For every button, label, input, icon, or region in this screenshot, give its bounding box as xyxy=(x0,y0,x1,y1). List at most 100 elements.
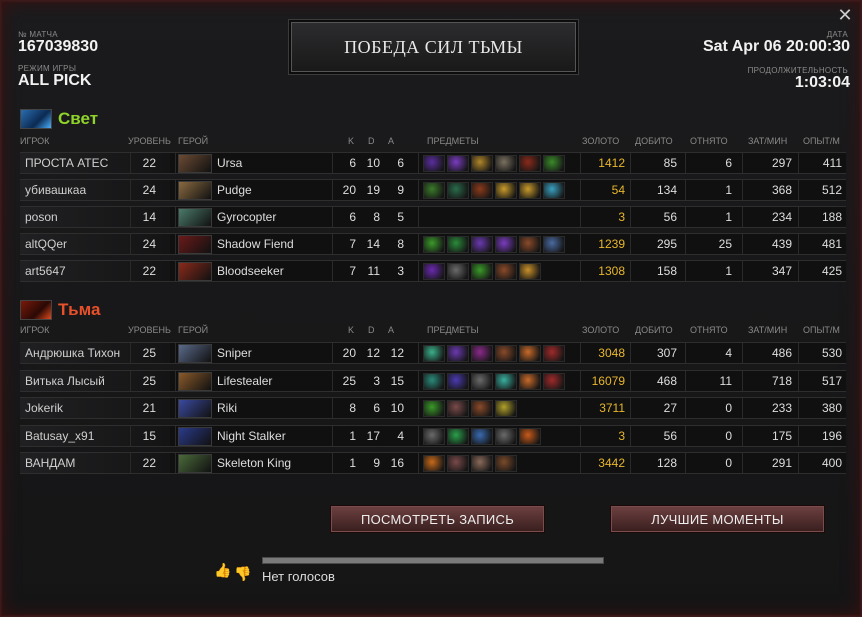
item-icon[interactable] xyxy=(495,182,517,199)
item-icon[interactable] xyxy=(543,372,565,390)
item-icon[interactable] xyxy=(495,427,517,445)
hero-portrait-icon[interactable] xyxy=(178,399,212,418)
item-icon[interactable] xyxy=(471,455,493,472)
col-denies-header[interactable]: ОТНЯТО xyxy=(690,325,728,335)
hero-name[interactable]: Night Stalker xyxy=(217,429,286,443)
item-icon[interactable] xyxy=(495,263,517,280)
item-icon[interactable] xyxy=(423,182,445,199)
item-icon[interactable] xyxy=(519,263,541,280)
player-row[interactable]: Batusay_x91 15 Night Stalker 1 17 4 3 56 0 175 196 xyxy=(20,424,846,447)
hero-name[interactable]: Shadow Fiend xyxy=(217,237,294,251)
item-icon[interactable] xyxy=(423,372,445,390)
item-icon[interactable] xyxy=(495,155,517,172)
item-icon[interactable] xyxy=(495,455,517,472)
player-name[interactable]: altQQer xyxy=(25,237,67,251)
hero-name[interactable]: Skeleton King xyxy=(217,456,291,470)
item-icon[interactable] xyxy=(471,236,493,253)
player-row[interactable]: ВАНДАМ 22 Skeleton King 1 9 16 3442 128 0 291 400 xyxy=(20,452,846,474)
item-icon[interactable] xyxy=(447,400,469,417)
player-row[interactable]: ПРОСТА АТЕС 22 Ursa 6 10 6 1412 85 6 297 411 xyxy=(20,152,846,174)
hero-portrait-icon[interactable] xyxy=(178,344,212,363)
col-deaths-header[interactable]: D xyxy=(368,325,375,335)
col-last-hits-header[interactable]: ДОБИТО xyxy=(635,325,673,335)
item-icon[interactable] xyxy=(423,263,445,280)
item-icon[interactable] xyxy=(519,372,541,390)
col-assists-header[interactable]: A xyxy=(388,136,394,146)
item-icon[interactable] xyxy=(423,400,445,417)
hero-portrait-icon[interactable] xyxy=(178,371,212,391)
hero-portrait-icon[interactable] xyxy=(178,181,212,200)
hero-portrait-icon[interactable] xyxy=(178,235,212,254)
col-items-header[interactable]: ПРЕДМЕТЫ xyxy=(427,325,479,335)
hero-name[interactable]: Pudge xyxy=(217,183,252,197)
player-row[interactable]: Андрюшка Тихон 25 Sniper 20 12 12 3048 307 4 486 5… xyxy=(20,342,846,364)
col-gold-header[interactable]: ЗОЛОТО xyxy=(582,325,619,335)
item-icon[interactable] xyxy=(423,345,445,362)
player-row[interactable]: altQQer 24 Shadow Fiend 7 14 8 1239 295 25 439 481 xyxy=(20,233,846,255)
item-icon[interactable] xyxy=(519,155,541,172)
item-icon[interactable] xyxy=(519,427,541,445)
player-name[interactable]: Jokerik xyxy=(25,401,63,415)
watch-replay-button[interactable]: ПОСМОТРЕТЬ ЗАПИСЬ xyxy=(331,506,544,532)
col-denies-header[interactable]: ОТНЯТО xyxy=(690,136,728,146)
col-xpm-header[interactable]: ОПЫТ/М xyxy=(803,325,840,335)
col-items-header[interactable]: ПРЕДМЕТЫ xyxy=(427,136,479,146)
player-name[interactable]: Batusay_x91 xyxy=(25,429,94,443)
item-icon[interactable] xyxy=(423,427,445,445)
player-row[interactable]: poson 14 Gyrocopter 6 8 5 3 56 1 234 188 xyxy=(20,206,846,228)
hero-name[interactable]: Sniper xyxy=(217,346,252,360)
item-icon[interactable] xyxy=(543,155,565,172)
item-icon[interactable] xyxy=(447,155,469,172)
hero-portrait-icon[interactable] xyxy=(178,208,212,227)
hero-name[interactable]: Bloodseeker xyxy=(217,264,284,278)
hero-portrait-icon[interactable] xyxy=(178,154,212,173)
hero-name[interactable]: Gyrocopter xyxy=(217,210,276,224)
player-name[interactable]: poson xyxy=(25,210,58,224)
player-name[interactable]: ВАНДАМ xyxy=(25,456,75,470)
item-icon[interactable] xyxy=(471,372,493,390)
hero-name[interactable]: Ursa xyxy=(217,156,242,170)
col-kills-header[interactable]: K xyxy=(348,325,354,335)
item-icon[interactable] xyxy=(447,182,469,199)
player-row[interactable]: убивашкаа 24 Pudge 20 19 9 54 134 1 368 512 xyxy=(20,179,846,201)
player-name[interactable]: Андрюшка Тихон xyxy=(25,346,120,360)
player-name[interactable]: art5647 xyxy=(25,264,66,278)
col-hero-header[interactable]: ГЕРОЙ xyxy=(178,136,208,146)
col-player-header[interactable]: ИГРОК xyxy=(20,325,49,335)
col-level-header[interactable]: УРОВЕНЬ xyxy=(128,136,171,146)
thumbs-down-icon[interactable]: 👍 xyxy=(234,566,251,582)
player-name[interactable]: Витька Лысый xyxy=(25,374,105,388)
item-icon[interactable] xyxy=(471,263,493,280)
hero-portrait-icon[interactable] xyxy=(178,262,212,281)
hero-portrait-icon[interactable] xyxy=(178,426,212,446)
player-row[interactable]: Витька Лысый 25 Lifestealer 25 3 15 16079 468 11… xyxy=(20,369,846,392)
player-name[interactable]: убивашкаа xyxy=(25,183,86,197)
col-kills-header[interactable]: K xyxy=(348,136,354,146)
hero-name[interactable]: Riki xyxy=(217,401,237,415)
hero-portrait-icon[interactable] xyxy=(178,454,212,473)
item-icon[interactable] xyxy=(447,263,469,280)
player-row[interactable]: art5647 22 Bloodseeker 7 11 3 1308 158 1 347 425 xyxy=(20,260,846,282)
highlights-button[interactable]: ЛУЧШИЕ МОМЕНТЫ xyxy=(611,506,824,532)
item-icon[interactable] xyxy=(543,236,565,253)
hero-name[interactable]: Lifestealer xyxy=(217,374,272,388)
item-icon[interactable] xyxy=(423,236,445,253)
item-icon[interactable] xyxy=(471,155,493,172)
item-icon[interactable] xyxy=(495,372,517,390)
col-gpm-header[interactable]: ЗАТ/МИН xyxy=(748,136,787,146)
item-icon[interactable] xyxy=(423,455,445,472)
item-icon[interactable] xyxy=(519,345,541,362)
item-icon[interactable] xyxy=(447,236,469,253)
item-icon[interactable] xyxy=(447,372,469,390)
col-xpm-header[interactable]: ОПЫТ/М xyxy=(803,136,840,146)
col-hero-header[interactable]: ГЕРОЙ xyxy=(178,325,208,335)
col-assists-header[interactable]: A xyxy=(388,325,394,335)
player-name[interactable]: ПРОСТА АТЕС xyxy=(25,156,108,170)
item-icon[interactable] xyxy=(471,345,493,362)
item-icon[interactable] xyxy=(423,155,445,172)
col-gpm-header[interactable]: ЗАТ/МИН xyxy=(748,325,787,335)
item-icon[interactable] xyxy=(447,455,469,472)
item-icon[interactable] xyxy=(519,236,541,253)
item-icon[interactable] xyxy=(447,427,469,445)
col-deaths-header[interactable]: D xyxy=(368,136,375,146)
